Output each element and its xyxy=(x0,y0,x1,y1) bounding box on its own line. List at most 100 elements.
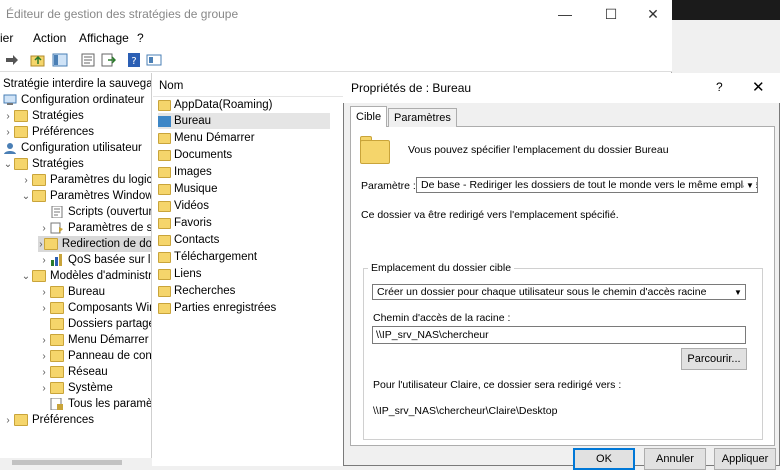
chevron-right-icon[interactable]: › xyxy=(38,303,50,314)
tree-item-shared-folders[interactable]: Dossiers partagés xyxy=(50,316,151,332)
maximize-button[interactable]: ☐ xyxy=(588,0,634,28)
tree-item-bureau[interactable]: › Bureau xyxy=(38,284,105,300)
console-view-icon[interactable] xyxy=(146,52,162,68)
tab-cible[interactable]: Cible xyxy=(350,106,388,127)
tree-item-label: Stratégie interdire la sauvegarde xyxy=(3,78,152,90)
chevron-right-icon[interactable]: › xyxy=(38,383,50,394)
chevron-right-icon[interactable]: › xyxy=(2,111,14,122)
browse-button[interactable]: Parcourir... xyxy=(681,348,747,370)
tree-item-label: Système xyxy=(68,382,113,394)
tree-item-start-menu[interactable]: › Menu Démarrer e xyxy=(38,332,151,348)
folder-open-icon xyxy=(14,158,28,170)
show-hide-tree-icon[interactable] xyxy=(52,52,68,68)
menu-affichage[interactable]: Affichage xyxy=(79,31,129,45)
chevron-right-icon[interactable]: › xyxy=(38,367,50,378)
tree-item-control-panel[interactable]: › Panneau de conf xyxy=(38,348,151,364)
root-path-input[interactable]: \\IP_srv_NAS\chercheur xyxy=(372,326,746,344)
folder-up-icon[interactable] xyxy=(30,52,46,68)
svg-text:?: ? xyxy=(131,56,136,67)
tree-scroll-thumb[interactable] xyxy=(12,460,122,465)
chevron-down-icon[interactable]: ⌄ xyxy=(20,271,32,282)
dialog-close-button[interactable]: ✕ xyxy=(752,78,765,96)
list-item[interactable]: Menu Démarrer xyxy=(158,130,330,146)
tree-item-user-config[interactable]: Configuration utilisateur xyxy=(3,140,142,156)
folder-icon xyxy=(158,234,171,246)
tree-item-label: Préférences xyxy=(32,414,95,426)
chevron-right-icon[interactable]: › xyxy=(20,175,32,186)
tree-item-network[interactable]: › Réseau xyxy=(38,364,108,380)
menu-fichier[interactable]: ier xyxy=(0,31,13,45)
chevron-right-icon[interactable]: › xyxy=(38,223,50,234)
tree-item-system[interactable]: › Système xyxy=(38,380,113,396)
folder-icon xyxy=(14,126,28,138)
forward-arrow-icon[interactable] xyxy=(4,52,20,68)
list-item-selected[interactable]: Bureau xyxy=(158,113,330,129)
tree-item-software-settings[interactable]: › Paramètres du logiciel xyxy=(20,172,152,188)
minimize-button[interactable]: — xyxy=(542,0,588,28)
column-header-name[interactable]: Nom xyxy=(159,80,183,92)
root-path-label: Chemin d'accès de la racine : xyxy=(373,312,511,324)
list-item[interactable]: Contacts xyxy=(158,232,330,248)
chevron-right-icon[interactable]: › xyxy=(2,415,14,426)
tree-item-windows-components[interactable]: › Composants Win xyxy=(38,300,152,316)
background-window-strip xyxy=(672,0,780,20)
chevron-right-icon[interactable]: › xyxy=(38,335,50,346)
user-note: Pour l'utilisateur Claire, ce dossier se… xyxy=(373,379,622,391)
folder-icon xyxy=(50,350,64,362)
chevron-right-icon[interactable]: › xyxy=(38,255,50,266)
tree-item-scripts[interactable]: Scripts (ouverture xyxy=(50,204,151,220)
list-item-label: AppData(Roaming) xyxy=(174,99,273,111)
chevron-down-icon[interactable]: ⌄ xyxy=(2,159,14,170)
list-item[interactable]: Documents xyxy=(158,147,330,163)
list-item[interactable]: Parties enregistrées xyxy=(158,300,330,316)
tree-item-label: Composants Win xyxy=(68,302,152,314)
list-item[interactable]: AppData(Roaming) xyxy=(158,97,330,113)
properties-sheet-icon[interactable] xyxy=(80,52,96,68)
tree-item-strategies-user[interactable]: ⌄ Stratégies xyxy=(2,156,84,172)
apply-button[interactable]: Appliquer xyxy=(714,448,776,470)
list-item[interactable]: Images xyxy=(158,164,330,180)
tree-item-security-settings[interactable]: › Paramètres de sé xyxy=(38,220,151,236)
setting-select[interactable]: De base - Rediriger les dossiers de tout… xyxy=(416,177,758,193)
list-item[interactable]: Téléchargement xyxy=(158,249,330,265)
chevron-right-icon[interactable]: › xyxy=(2,127,14,138)
target-option-select[interactable]: Créer un dossier pour chaque utilisateur… xyxy=(372,284,746,300)
list-item[interactable]: Favoris xyxy=(158,215,330,231)
chevron-right-icon[interactable]: › xyxy=(38,287,50,298)
tree-item-preferences-user[interactable]: › Préférences xyxy=(2,412,94,428)
list-item[interactable]: Vidéos xyxy=(158,198,330,214)
tree-item-folder-redirection[interactable]: › Redirection de do xyxy=(38,236,151,252)
folder-icon xyxy=(50,366,64,378)
list-item[interactable]: Musique xyxy=(158,181,330,197)
menu-action[interactable]: Action xyxy=(33,31,66,45)
tree-item-all-settings[interactable]: Tous les paramètr xyxy=(50,396,151,412)
chevron-down-icon[interactable]: ⌄ xyxy=(20,191,32,202)
chevron-right-icon[interactable]: › xyxy=(38,351,50,362)
list-item[interactable]: Liens xyxy=(158,266,330,282)
bar-chart-icon xyxy=(51,254,62,266)
tree-item-strategies-computer[interactable]: › Stratégies xyxy=(2,108,84,124)
cancel-button[interactable]: Annuler xyxy=(644,448,706,470)
dropdown-arrow-icon[interactable]: ▼ xyxy=(732,286,744,298)
help-book-icon[interactable]: ? xyxy=(126,52,142,68)
menu-help[interactable]: ? xyxy=(137,31,144,45)
tree-item-windows-settings[interactable]: ⌄ Paramètres Windows xyxy=(20,188,151,204)
user-icon xyxy=(4,143,16,154)
chevron-right-icon[interactable]: › xyxy=(38,239,44,250)
ok-button[interactable]: OK xyxy=(573,448,635,470)
tree-item-computer-config[interactable]: Configuration ordinateur xyxy=(3,92,144,108)
list-item[interactable]: Recherches xyxy=(158,283,330,299)
tree-item-root[interactable]: Stratégie interdire la sauvegarde xyxy=(3,76,152,92)
tree-item-preferences-computer[interactable]: › Préférences xyxy=(2,124,94,140)
settings-list-icon xyxy=(50,398,63,410)
close-button[interactable]: ✕ xyxy=(630,0,676,28)
tree-item-qos[interactable]: › QoS basée sur la xyxy=(38,252,151,268)
tree-item-admin-templates[interactable]: ⌄ Modèles d'administr xyxy=(20,268,151,284)
dropdown-arrow-icon[interactable]: ▼ xyxy=(744,179,756,191)
list-item-label: Menu Démarrer xyxy=(174,132,255,144)
dialog-help-button[interactable]: ? xyxy=(716,80,723,94)
export-list-icon[interactable] xyxy=(100,52,116,68)
tab-parametres[interactable]: Paramètres xyxy=(388,108,457,127)
list-item-label: Documents xyxy=(174,149,233,161)
tree-item-label: Paramètres du logiciel xyxy=(50,174,152,186)
